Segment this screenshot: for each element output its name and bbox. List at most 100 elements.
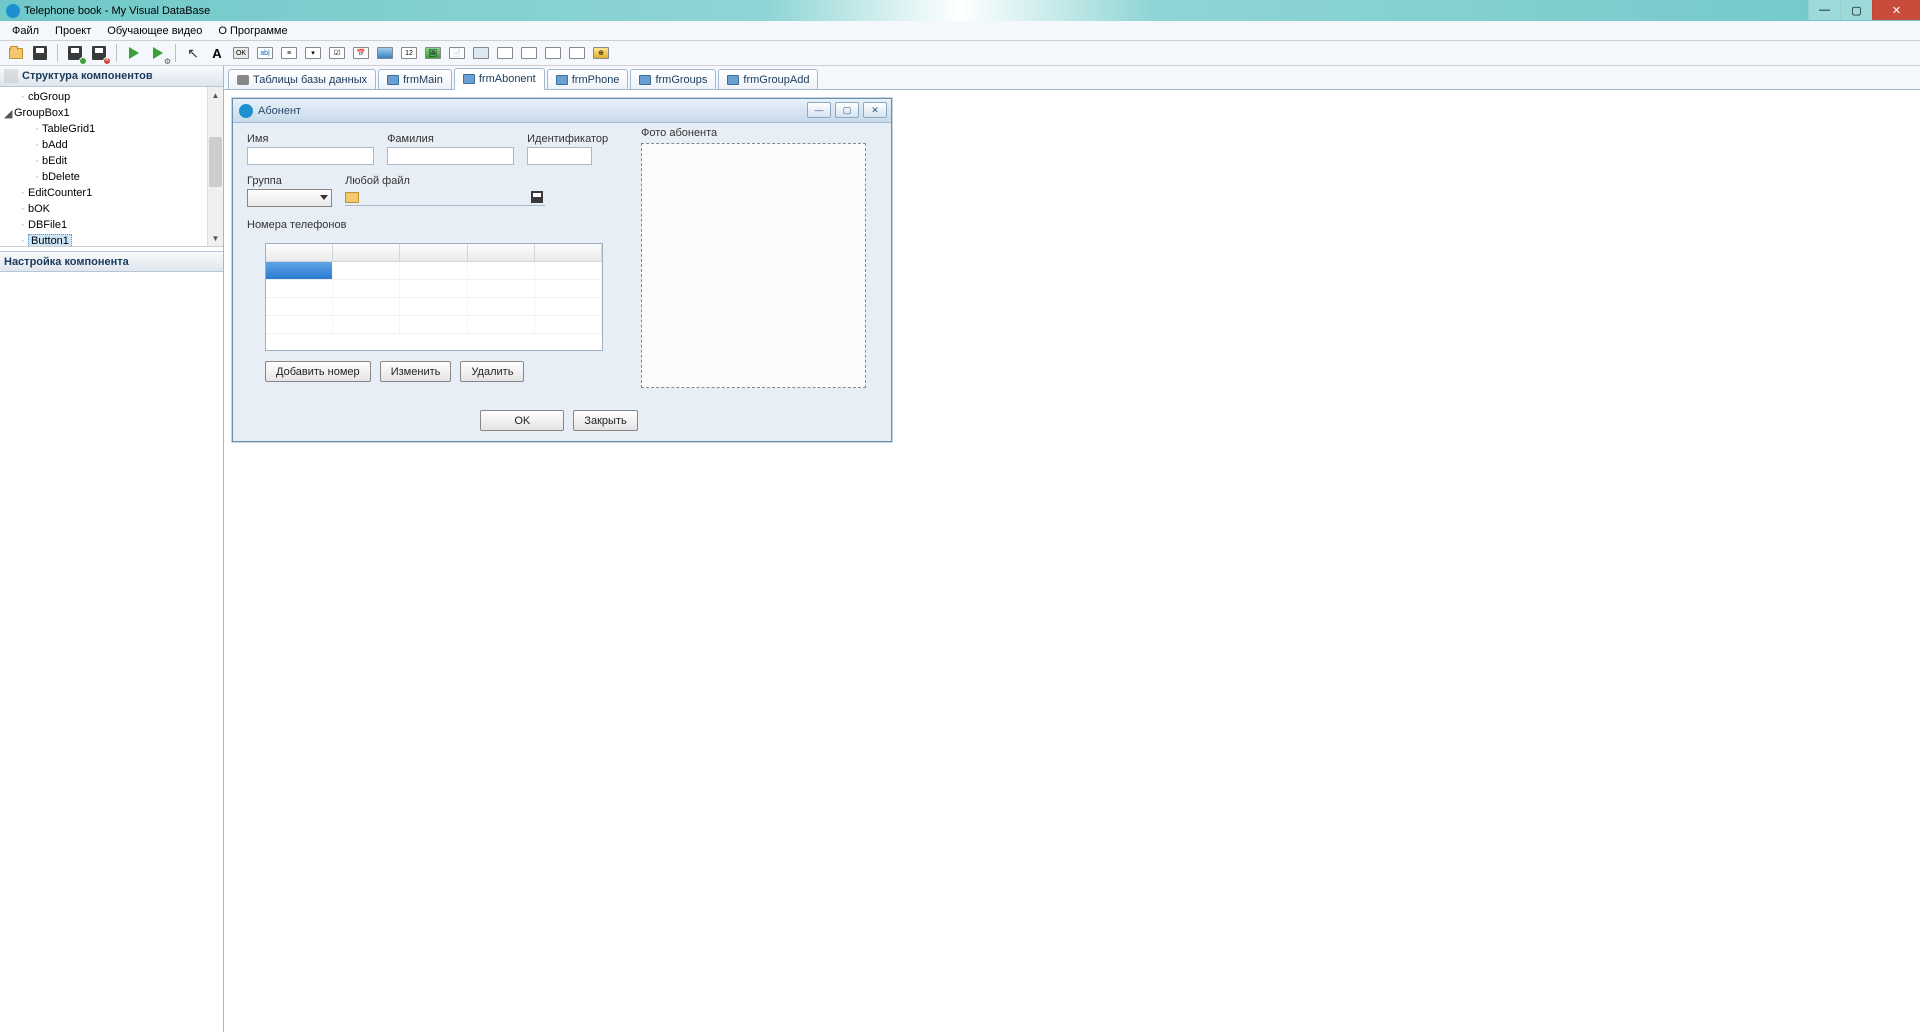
tree-item-badd[interactable]: ·bAdd [4, 137, 223, 153]
tree-item-editcounter1[interactable]: ·EditCounter1 [4, 185, 223, 201]
label-tool-icon[interactable]: A [207, 43, 227, 63]
tab-frmmain[interactable]: frmMain [378, 69, 452, 89]
tab-frmabonent[interactable]: frmAbonent [454, 68, 545, 90]
checkbox-tool-icon[interactable]: ☑ [327, 43, 347, 63]
form-tool-icon[interactable] [567, 43, 587, 63]
identifier-input[interactable] [527, 147, 592, 165]
abonent-window[interactable]: Абонент — ▢ ✕ Имя Фа [232, 98, 892, 442]
tree-scrollbar[interactable]: ▲ ▼ [207, 87, 223, 246]
name-input[interactable] [247, 147, 374, 165]
save-file-icon[interactable] [531, 191, 543, 203]
tab-frmgroupadd-label: frmGroupAdd [743, 74, 809, 86]
delete-db-icon[interactable]: × [89, 43, 109, 63]
folder-icon[interactable] [345, 192, 359, 203]
table-row[interactable] [266, 298, 602, 316]
save-db-icon[interactable] [65, 43, 85, 63]
design-surface[interactable]: Абонент — ▢ ✕ Имя Фа [224, 90, 1920, 1032]
tree-item-cbgroup[interactable]: ·cbGroup [4, 89, 223, 105]
menu-about[interactable]: О Программе [210, 23, 295, 39]
form-tabs: Таблицы базы данных frmMain frmAbonent f… [224, 66, 1920, 90]
memo-tool-icon[interactable]: ≡ [279, 43, 299, 63]
tab-frmphone-label: frmPhone [572, 74, 620, 86]
add-number-button[interactable]: Добавить номер [265, 361, 371, 382]
window-close-button[interactable]: ✕ [1872, 0, 1920, 20]
edit-number-button[interactable]: Изменить [380, 361, 452, 382]
menu-bar: Файл Проект Обучающее видео О Программе [0, 21, 1920, 41]
map-tool-icon[interactable]: ⊕ [591, 43, 611, 63]
photo-label: Фото абонента [641, 127, 717, 139]
surname-label: Фамилия [387, 133, 514, 145]
abonent-maximize-button[interactable]: ▢ [835, 102, 859, 118]
combo-tool-icon[interactable]: ▾ [303, 43, 323, 63]
abonent-app-icon [239, 104, 253, 118]
cursor-tool-icon[interactable]: ↖ [183, 43, 203, 63]
form-icon [727, 75, 739, 85]
component-tree[interactable]: ·cbGroup ◢GroupBox1 ·TableGrid1 ·bAdd ·b… [0, 87, 223, 247]
photo-placeholder[interactable] [641, 143, 866, 388]
counter-tool-icon[interactable]: 12 [399, 43, 419, 63]
tree-item-groupbox1[interactable]: ◢GroupBox1 [4, 105, 223, 121]
phones-grid[interactable] [265, 243, 603, 351]
panel-tool-icon[interactable] [471, 43, 491, 63]
scroll-down-icon[interactable]: ▼ [208, 230, 223, 246]
scroll-up-icon[interactable]: ▲ [208, 87, 223, 103]
tab-frmgroups[interactable]: frmGroups [630, 69, 716, 89]
tabsheet-tool-icon[interactable] [543, 43, 563, 63]
structure-title: Структура компонентов [22, 70, 153, 82]
window-title: Telephone book - My Visual DataBase [24, 5, 210, 17]
close-button[interactable]: Закрыть [573, 410, 637, 431]
tree-item-dbfile1[interactable]: ·DBFile1 [4, 217, 223, 233]
toolbar-separator [116, 44, 117, 62]
open-icon[interactable] [6, 43, 26, 63]
abonent-minimize-button[interactable]: — [807, 102, 831, 118]
tab-frmphone[interactable]: frmPhone [547, 69, 629, 89]
run-settings-icon[interactable] [148, 43, 168, 63]
toolbar: × ↖ A OK ab| ≡ ▾ ☑ 📅 12 🖼 📄 ⊕ [0, 41, 1920, 66]
tab-tables[interactable]: Таблицы базы данных [228, 69, 376, 89]
grid-tool-icon[interactable] [375, 43, 395, 63]
edit-tool-icon[interactable]: ab| [255, 43, 275, 63]
abonent-titlebar[interactable]: Абонент — ▢ ✕ [233, 99, 891, 123]
table-row[interactable] [266, 280, 602, 298]
menu-tutorial[interactable]: Обучающее видео [99, 23, 210, 39]
table-row[interactable] [266, 262, 602, 280]
tree-item-bok[interactable]: ·bOK [4, 201, 223, 217]
grid-header [266, 244, 602, 262]
tab-tables-label: Таблицы базы данных [253, 74, 367, 86]
tree-item-bdelete[interactable]: ·bDelete [4, 169, 223, 185]
abonent-title: Абонент [258, 105, 301, 117]
abonent-close-button[interactable]: ✕ [863, 102, 887, 118]
run-icon[interactable] [124, 43, 144, 63]
file-field[interactable] [345, 189, 545, 206]
window-titlebar: Telephone book - My Visual DataBase — ▢ … [0, 0, 1920, 21]
structure-header-icon [4, 69, 18, 83]
window-maximize-button[interactable]: ▢ [1840, 0, 1872, 20]
tab-frmgroupadd[interactable]: frmGroupAdd [718, 69, 818, 89]
tree-item-tablegrid1[interactable]: ·TableGrid1 [4, 121, 223, 137]
image-tool-icon[interactable]: 🖼 [423, 43, 443, 63]
delete-number-button[interactable]: Удалить [460, 361, 524, 382]
table-row[interactable] [266, 316, 602, 334]
scroll-thumb[interactable] [209, 137, 222, 187]
datepicker-tool-icon[interactable]: 📅 [351, 43, 371, 63]
tab-frmmain-label: frmMain [403, 74, 443, 86]
window-minimize-button[interactable]: — [1808, 0, 1840, 20]
toolbar-separator [175, 44, 176, 62]
tables-icon [237, 75, 249, 85]
group-combobox[interactable] [247, 189, 332, 207]
menu-project[interactable]: Проект [47, 23, 99, 39]
tree-item-bedit[interactable]: ·bEdit [4, 153, 223, 169]
surname-input[interactable] [387, 147, 514, 165]
tree-item-button1[interactable]: ·Button1 [4, 233, 223, 247]
button-tool-icon[interactable]: OK [231, 43, 251, 63]
save-icon[interactable] [30, 43, 50, 63]
file-tool-icon[interactable]: 📄 [447, 43, 467, 63]
ok-button[interactable]: OK [480, 410, 564, 431]
form-icon [556, 75, 568, 85]
pagecontrol-tool-icon[interactable] [519, 43, 539, 63]
group-label: Группа [247, 175, 332, 187]
groupbox-tool-icon[interactable] [495, 43, 515, 63]
form-icon [463, 74, 475, 84]
settings-panel-body [0, 272, 223, 1032]
menu-file[interactable]: Файл [4, 23, 47, 39]
